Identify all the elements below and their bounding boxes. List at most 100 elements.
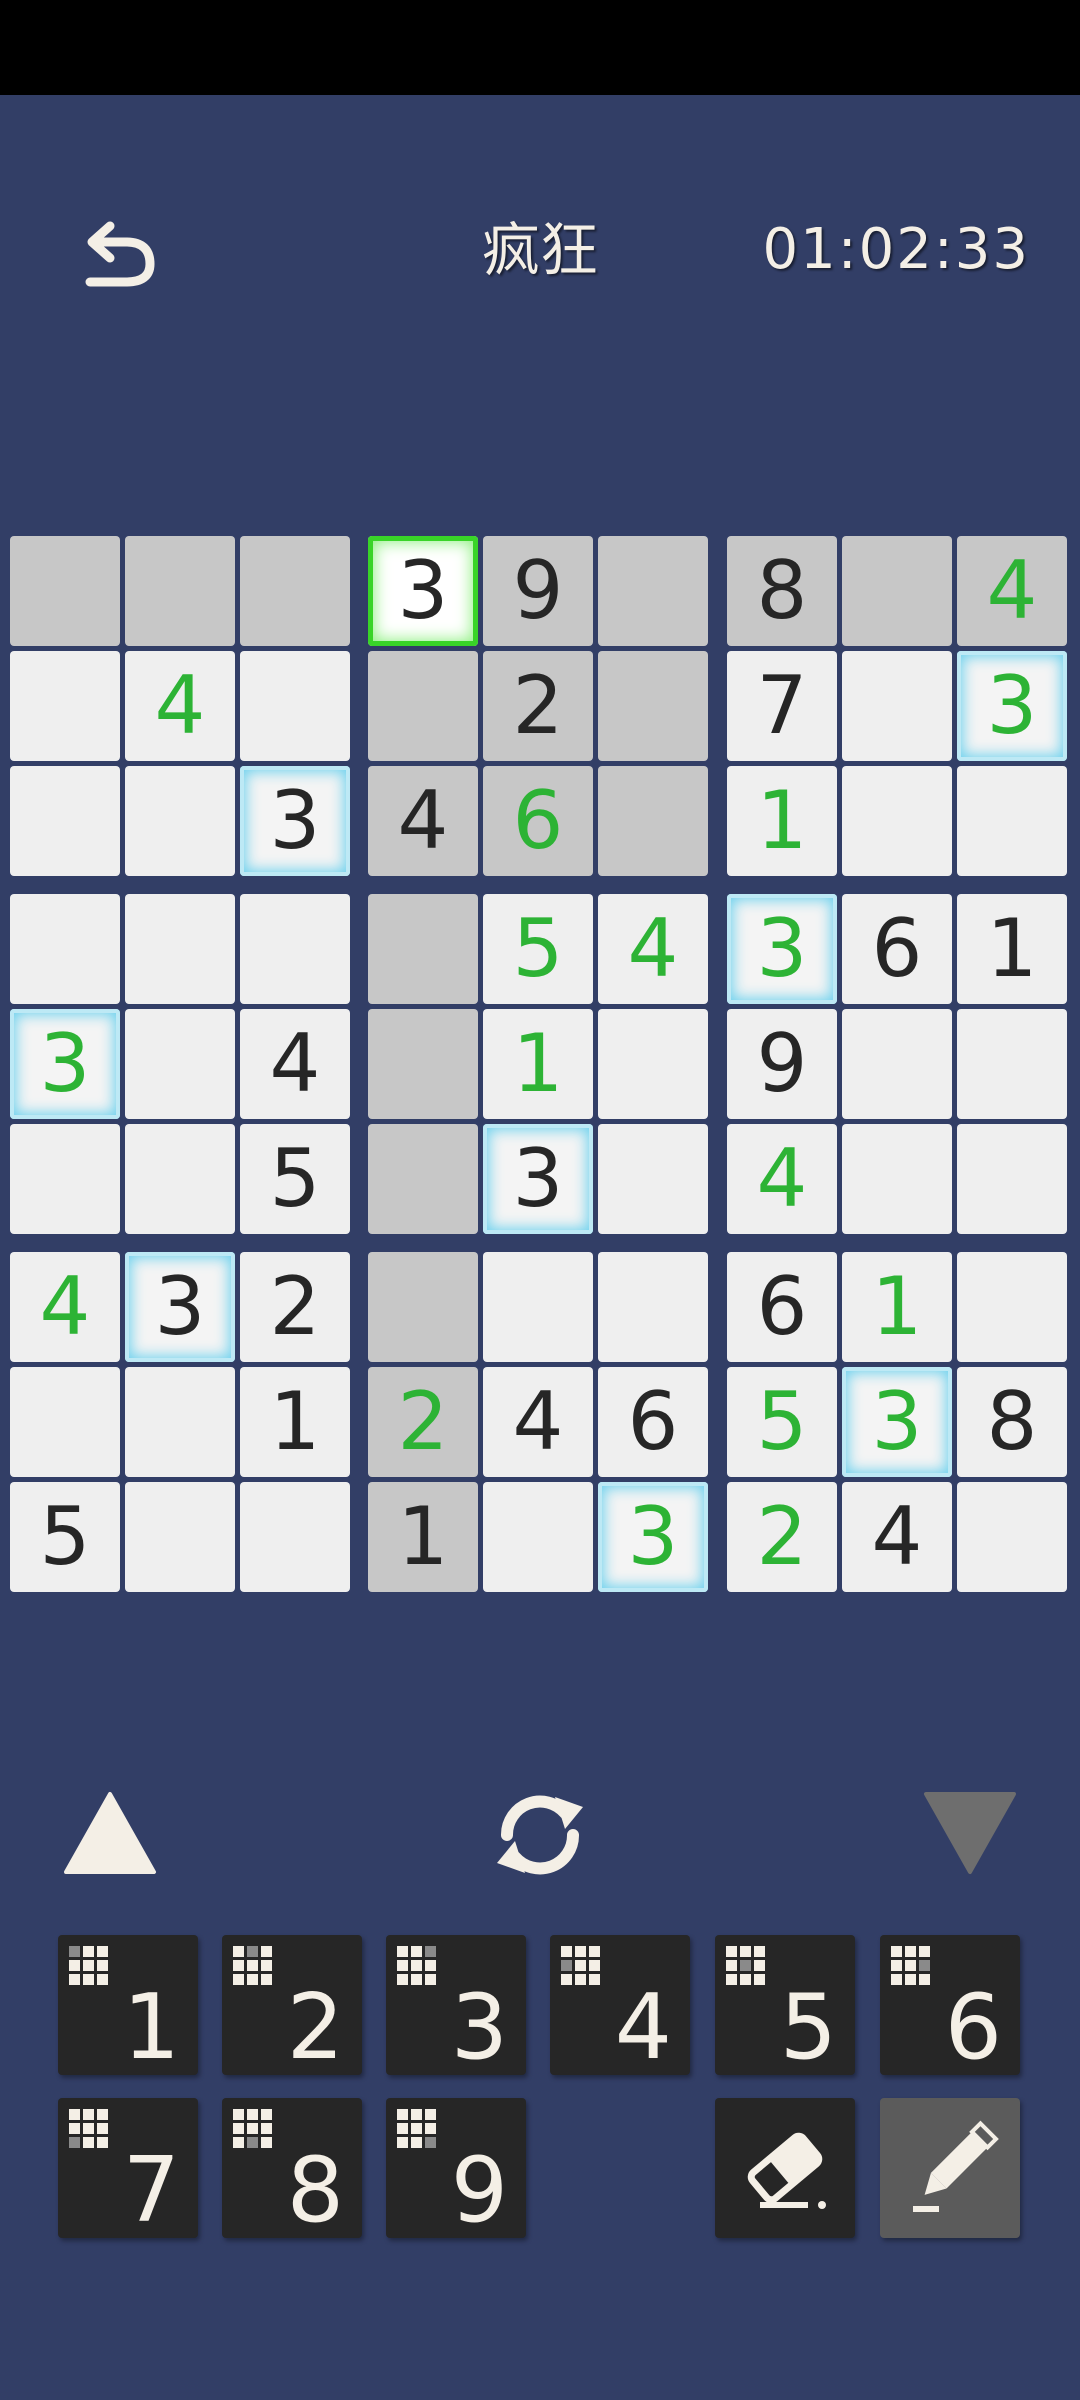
next-button[interactable] bbox=[920, 1788, 1020, 1878]
sudoku-cell[interactable]: 1 bbox=[368, 1482, 478, 1592]
digit-key-label: 1 bbox=[122, 1975, 180, 2080]
sudoku-cell[interactable] bbox=[125, 536, 235, 646]
sudoku-cell[interactable]: 9 bbox=[727, 1009, 837, 1119]
sudoku-cell[interactable] bbox=[598, 766, 708, 876]
sudoku-cell[interactable]: 6 bbox=[727, 1252, 837, 1362]
sudoku-cell[interactable]: 3 bbox=[842, 1367, 952, 1477]
sudoku-cell[interactable]: 3 bbox=[727, 894, 837, 1004]
sudoku-cell[interactable] bbox=[240, 651, 350, 761]
sudoku-cell[interactable] bbox=[368, 651, 478, 761]
digit-key-3[interactable]: 3 bbox=[386, 1935, 526, 2075]
sudoku-cell[interactable] bbox=[125, 894, 235, 1004]
pencil-button[interactable] bbox=[880, 2098, 1020, 2238]
sudoku-cell[interactable]: 4 bbox=[842, 1482, 952, 1592]
sudoku-cell[interactable] bbox=[368, 894, 478, 1004]
sudoku-cell[interactable] bbox=[125, 1124, 235, 1234]
sudoku-cell[interactable]: 4 bbox=[957, 536, 1067, 646]
sudoku-cell[interactable]: 3 bbox=[483, 1124, 593, 1234]
sudoku-cell[interactable] bbox=[10, 651, 120, 761]
sudoku-cell[interactable]: 4 bbox=[598, 894, 708, 1004]
sudoku-cell[interactable]: 3 bbox=[957, 651, 1067, 761]
sudoku-cell[interactable]: 3 bbox=[368, 536, 478, 646]
sudoku-cell[interactable]: 2 bbox=[727, 1482, 837, 1592]
digit-key-1[interactable]: 1 bbox=[58, 1935, 198, 2075]
triangle-down-icon bbox=[924, 1792, 1016, 1874]
sudoku-cell[interactable]: 4 bbox=[240, 1009, 350, 1119]
sudoku-cell[interactable] bbox=[10, 1367, 120, 1477]
sudoku-cell[interactable]: 5 bbox=[727, 1367, 837, 1477]
sudoku-cell[interactable] bbox=[10, 1124, 120, 1234]
digit-key-label: 9 bbox=[450, 2138, 508, 2243]
sudoku-cell[interactable] bbox=[483, 1482, 593, 1592]
sudoku-cell[interactable]: 2 bbox=[368, 1367, 478, 1477]
sudoku-cell[interactable] bbox=[957, 1252, 1067, 1362]
sudoku-cell[interactable] bbox=[368, 1124, 478, 1234]
digit-key-5[interactable]: 5 bbox=[715, 1935, 855, 2075]
sudoku-cell[interactable]: 8 bbox=[727, 536, 837, 646]
sudoku-cell[interactable] bbox=[957, 1482, 1067, 1592]
sudoku-cell[interactable] bbox=[957, 766, 1067, 876]
sudoku-cell[interactable] bbox=[598, 651, 708, 761]
sudoku-cell[interactable] bbox=[10, 766, 120, 876]
digit-key-9[interactable]: 9 bbox=[386, 2098, 526, 2238]
pencil-icon bbox=[913, 2120, 999, 2212]
sudoku-cell[interactable]: 4 bbox=[727, 1124, 837, 1234]
sudoku-cell[interactable] bbox=[842, 1009, 952, 1119]
sudoku-cell[interactable] bbox=[957, 1124, 1067, 1234]
sudoku-cell[interactable] bbox=[842, 1124, 952, 1234]
sudoku-cell[interactable] bbox=[240, 536, 350, 646]
sudoku-cell[interactable]: 6 bbox=[598, 1367, 708, 1477]
digit-key-2[interactable]: 2 bbox=[222, 1935, 362, 2075]
sudoku-cell[interactable] bbox=[10, 894, 120, 1004]
sudoku-cell[interactable]: 7 bbox=[727, 651, 837, 761]
sudoku-cell[interactable] bbox=[368, 1009, 478, 1119]
sudoku-cell[interactable]: 8 bbox=[957, 1367, 1067, 1477]
previous-button[interactable] bbox=[60, 1788, 160, 1878]
sudoku-cell[interactable]: 1 bbox=[483, 1009, 593, 1119]
sudoku-cell[interactable] bbox=[842, 651, 952, 761]
eraser-button[interactable] bbox=[715, 2098, 855, 2238]
sudoku-cell[interactable]: 4 bbox=[10, 1252, 120, 1362]
sudoku-cell[interactable] bbox=[125, 1009, 235, 1119]
sudoku-cell[interactable] bbox=[240, 1482, 350, 1592]
sudoku-cell[interactable]: 2 bbox=[483, 651, 593, 761]
sudoku-cell[interactable] bbox=[10, 536, 120, 646]
sudoku-cell[interactable]: 4 bbox=[483, 1367, 593, 1477]
sudoku-cell[interactable] bbox=[957, 1009, 1067, 1119]
sudoku-cell[interactable]: 9 bbox=[483, 536, 593, 646]
sudoku-cell[interactable] bbox=[842, 536, 952, 646]
sudoku-cell[interactable] bbox=[598, 1009, 708, 1119]
sudoku-cell[interactable] bbox=[598, 536, 708, 646]
sudoku-cell[interactable]: 2 bbox=[240, 1252, 350, 1362]
sudoku-cell[interactable]: 1 bbox=[957, 894, 1067, 1004]
digit-key-7[interactable]: 7 bbox=[58, 2098, 198, 2238]
sudoku-cell[interactable]: 1 bbox=[240, 1367, 350, 1477]
sudoku-cell[interactable] bbox=[125, 766, 235, 876]
sudoku-cell[interactable]: 5 bbox=[240, 1124, 350, 1234]
sudoku-cell[interactable]: 4 bbox=[368, 766, 478, 876]
refresh-button[interactable] bbox=[485, 1785, 595, 1885]
digit-key-6[interactable]: 6 bbox=[880, 1935, 1020, 2075]
sudoku-cell[interactable] bbox=[598, 1252, 708, 1362]
sudoku-cell[interactable] bbox=[368, 1252, 478, 1362]
back-button[interactable] bbox=[75, 215, 165, 295]
sudoku-cell[interactable]: 3 bbox=[598, 1482, 708, 1592]
sudoku-cell[interactable] bbox=[483, 1252, 593, 1362]
sudoku-cell[interactable]: 5 bbox=[10, 1482, 120, 1592]
sudoku-cell[interactable] bbox=[125, 1482, 235, 1592]
sudoku-cell[interactable]: 3 bbox=[240, 766, 350, 876]
sudoku-cell[interactable]: 1 bbox=[842, 1252, 952, 1362]
sudoku-cell[interactable]: 3 bbox=[10, 1009, 120, 1119]
sudoku-cell[interactable]: 5 bbox=[483, 894, 593, 1004]
sudoku-cell[interactable]: 6 bbox=[483, 766, 593, 876]
sudoku-cell[interactable]: 3 bbox=[125, 1252, 235, 1362]
sudoku-cell[interactable] bbox=[842, 766, 952, 876]
sudoku-cell[interactable]: 6 bbox=[842, 894, 952, 1004]
sudoku-cell[interactable] bbox=[125, 1367, 235, 1477]
sudoku-cell[interactable] bbox=[240, 894, 350, 1004]
sudoku-cell[interactable]: 4 bbox=[125, 651, 235, 761]
sudoku-cell[interactable] bbox=[598, 1124, 708, 1234]
digit-key-4[interactable]: 4 bbox=[550, 1935, 690, 2075]
digit-key-8[interactable]: 8 bbox=[222, 2098, 362, 2238]
sudoku-cell[interactable]: 1 bbox=[727, 766, 837, 876]
